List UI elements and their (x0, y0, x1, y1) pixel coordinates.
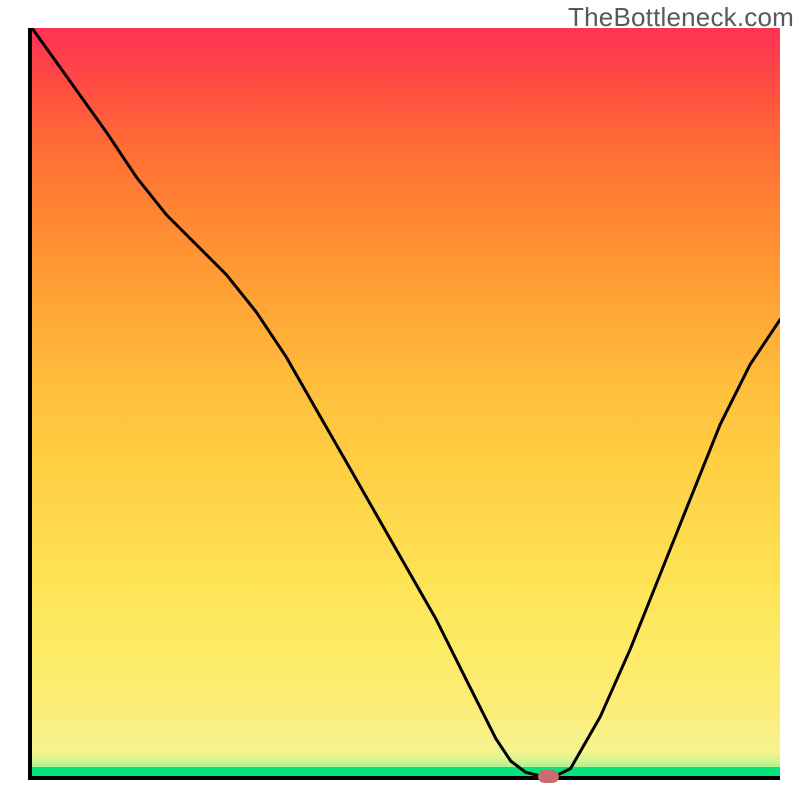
chart-stage: TheBottleneck.com (0, 0, 800, 800)
chart-axes-frame (28, 28, 780, 780)
watermark-text: TheBottleneck.com (568, 2, 794, 33)
optimal-marker (538, 770, 559, 783)
